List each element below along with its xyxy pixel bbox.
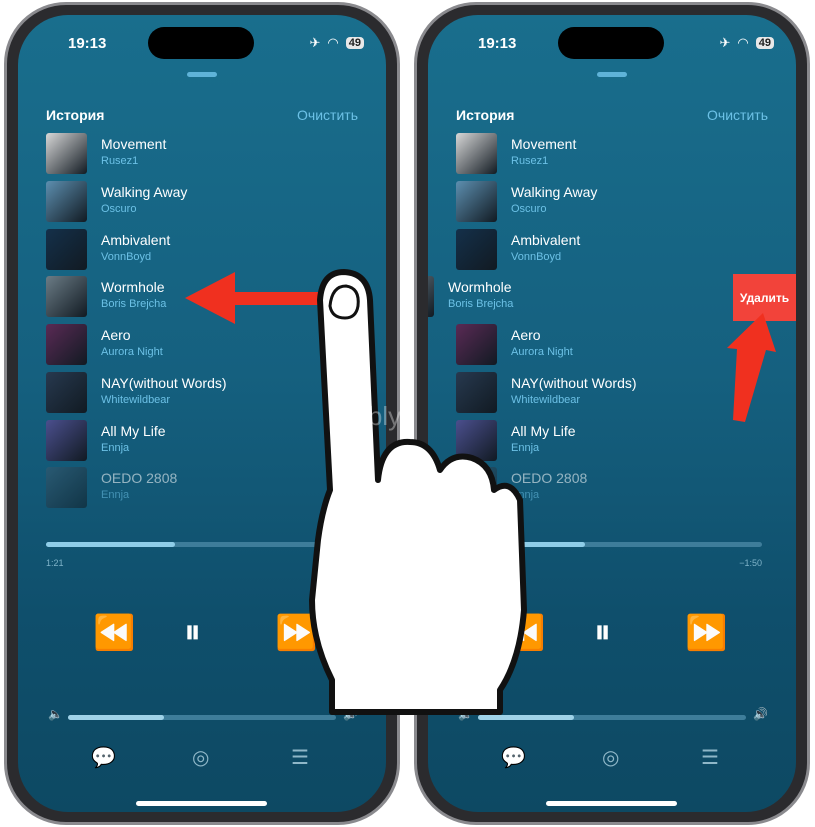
overlay: Yablyk: [185, 269, 776, 715]
red-arrow-up: [727, 313, 776, 422]
watermark: Yablyk: [338, 401, 415, 431]
hand-pointer-icon: [309, 269, 527, 715]
red-arrow-left: [185, 272, 320, 324]
